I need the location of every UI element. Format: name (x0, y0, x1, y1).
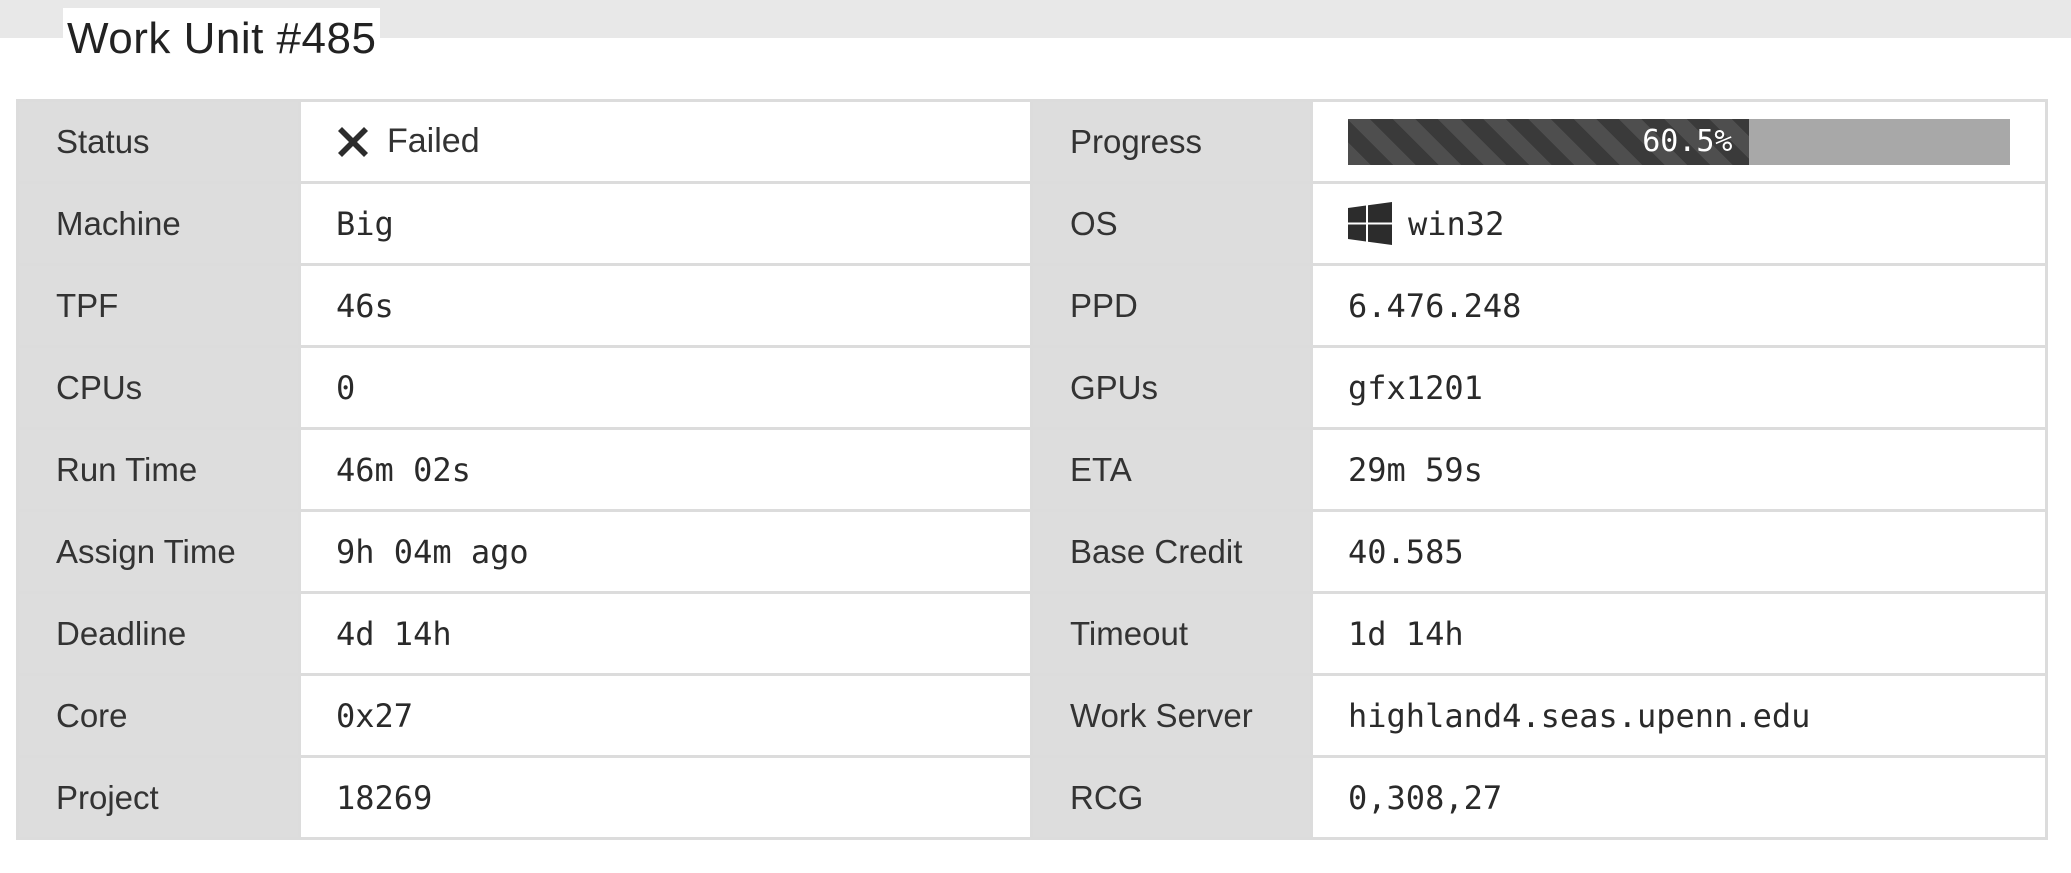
base-credit-value: 40.585 (1310, 509, 2048, 594)
eta-value: 29m 59s (1310, 427, 2048, 512)
table-row: Deadline 4d 14h Timeout 1d 14h (16, 591, 2048, 676)
work-server-value: highland4.seas.upenn.edu (1310, 673, 2048, 758)
run-time-label: Run Time (16, 427, 301, 512)
table-row: Assign Time 9h 04m ago Base Credit 40.58… (16, 509, 2048, 594)
page-title: Work Unit #485 (63, 8, 381, 70)
cpus-label: CPUs (16, 345, 301, 430)
machine-label: Machine (16, 181, 301, 266)
status-value: Failed (387, 122, 480, 160)
table-row: Status Failed Progress 60.5% (16, 99, 2048, 184)
timeout-value: 1d 14h (1310, 591, 2048, 676)
progress-text: 60.5% (1642, 123, 1733, 159)
work-server-label: Work Server (1030, 673, 1313, 758)
core-value: 0x27 (298, 673, 1033, 758)
progress-label: Progress (1030, 99, 1313, 184)
project-value: 18269 (298, 755, 1033, 840)
os-value: win32 (1408, 204, 1505, 243)
ppd-value: 6.476.248 (1310, 263, 2048, 348)
progress-cell: 60.5% (1310, 99, 2048, 184)
deadline-value: 4d 14h (298, 591, 1033, 676)
table-row: Machine Big OS win32 (16, 181, 2048, 266)
status-value-cell: Failed (298, 99, 1033, 184)
table-row: Run Time 46m 02s ETA 29m 59s (16, 427, 2048, 512)
deadline-label: Deadline (16, 591, 301, 676)
timeout-label: Timeout (1030, 591, 1313, 676)
rcg-value: 0,308,27 (1310, 755, 2048, 840)
x-icon (336, 125, 370, 159)
run-time-value: 46m 02s (298, 427, 1033, 512)
work-unit-table: Status Failed Progress 60.5% Machine Big… (16, 99, 2048, 840)
gpus-label: GPUs (1030, 345, 1313, 430)
ppd-label: PPD (1030, 263, 1313, 348)
os-value-cell: win32 (1310, 181, 2048, 266)
table-row: TPF 46s PPD 6.476.248 (16, 263, 2048, 348)
assign-time-value: 9h 04m ago (298, 509, 1033, 594)
progress-fill: 60.5% (1348, 118, 1749, 165)
windows-icon (1348, 201, 1392, 246)
os-label: OS (1030, 181, 1313, 266)
table-row: CPUs 0 GPUs gfx1201 (16, 345, 2048, 430)
project-label: Project (16, 755, 301, 840)
core-label: Core (16, 673, 301, 758)
rcg-label: RCG (1030, 755, 1313, 840)
table-row: Project 18269 RCG 0,308,27 (16, 755, 2048, 840)
cpus-value: 0 (298, 345, 1033, 430)
eta-label: ETA (1030, 427, 1313, 512)
tpf-value: 46s (298, 263, 1033, 348)
status-label: Status (16, 99, 301, 184)
table-row: Core 0x27 Work Server highland4.seas.upe… (16, 673, 2048, 758)
assign-time-label: Assign Time (16, 509, 301, 594)
tpf-label: TPF (16, 263, 301, 348)
machine-value: Big (298, 181, 1033, 266)
gpus-value: gfx1201 (1310, 345, 2048, 430)
base-credit-label: Base Credit (1030, 509, 1313, 594)
progress-bar: 60.5% (1348, 118, 2010, 165)
